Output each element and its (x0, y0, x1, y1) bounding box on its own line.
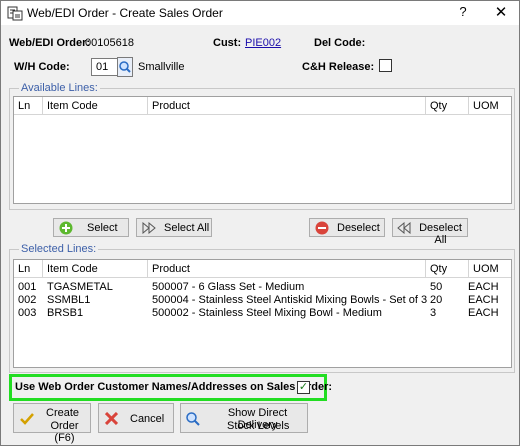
col-product[interactable]: Product (148, 260, 426, 278)
wh-code-label: W/H Code: (14, 61, 70, 73)
available-lines-grid[interactable]: Ln Item Code Product Qty UOM (13, 96, 512, 204)
deselect-label: Deselect (337, 222, 380, 234)
customer-link[interactable]: PIE002 (245, 37, 281, 49)
select-all-label: Select All (164, 222, 210, 234)
show-line2: Stock Levels (227, 420, 290, 432)
available-grid-header: Ln Item Code Product Qty UOM (14, 97, 511, 115)
cell-item-code: TGASMETAL (47, 281, 113, 293)
col-ln[interactable]: Ln (14, 260, 43, 278)
help-button[interactable]: ? (453, 4, 473, 22)
deselect-all-button[interactable]: Deselect All (392, 218, 468, 246)
window-title: Web/EDI Order - Create Sales Order (27, 6, 223, 20)
cell-qty: 20 (430, 294, 443, 306)
cell-uom: EACH (468, 281, 499, 293)
col-item-code[interactable]: Item Code (43, 97, 148, 115)
ch-release-checkbox[interactable] (379, 59, 392, 72)
add-icon (59, 221, 73, 235)
cancel-button[interactable]: Cancel (98, 403, 174, 433)
title-bar: Web/EDI Order - Create Sales Order ? ✕ (1, 1, 519, 25)
select-all-button[interactable]: Select All (136, 218, 212, 237)
col-item-code[interactable]: Item Code (43, 260, 148, 278)
del-code-label: Del Code: (314, 37, 366, 49)
wh-code-field[interactable]: 01 (91, 58, 119, 76)
cell-product: 500004 - Stainless Steel Antiskid Mixing… (152, 294, 428, 306)
show-direct-delivery-button[interactable]: Show Direct Delivery Stock Levels (180, 403, 308, 433)
cell-uom: EACH (468, 307, 499, 319)
cell-ln: 002 (18, 294, 37, 306)
order-number: 00105618 (85, 37, 134, 49)
col-product[interactable]: Product (148, 97, 426, 115)
table-row[interactable]: 002 SSMBL1 500004 - Stainless Steel Anti… (14, 294, 511, 307)
ch-release-label: C&H Release: (302, 61, 375, 73)
col-uom[interactable]: UOM (469, 97, 511, 115)
col-qty[interactable]: Qty (426, 260, 469, 278)
table-row[interactable]: 003 BRSB1 500002 - Stainless Steel Mixin… (14, 307, 511, 320)
deselect-all-label: Deselect All (419, 222, 462, 246)
cancel-label: Cancel (130, 413, 165, 425)
order-label: Web/EDI Order: (9, 37, 91, 49)
cancel-x-icon (105, 412, 118, 425)
available-lines-legend: Available Lines: (19, 82, 100, 94)
create-line1: Create (46, 407, 80, 419)
deselect-button[interactable]: Deselect (309, 218, 385, 237)
select-button[interactable]: Select (53, 218, 129, 237)
double-chevron-right-icon (142, 222, 156, 234)
double-chevron-left-icon (397, 222, 411, 234)
magnifier-icon (186, 412, 200, 426)
use-web-names-checkbox[interactable]: ✓ (297, 381, 310, 394)
col-ln[interactable]: Ln (14, 97, 43, 115)
cell-item-code: SSMBL1 (47, 294, 91, 306)
cell-uom: EACH (468, 294, 499, 306)
table-row[interactable]: 001 TGASMETAL 500007 - 6 Glass Set - Med… (14, 281, 511, 294)
use-web-names-label: Use Web Order Customer Names/Addresses o… (15, 381, 333, 393)
cell-ln: 001 (18, 281, 37, 293)
cell-item-code: BRSB1 (47, 307, 84, 319)
cell-ln: 003 (18, 307, 37, 319)
cell-product: 500007 - 6 Glass Set - Medium (152, 281, 305, 293)
cell-product: 500002 - Stainless Steel Mixing Bowl - M… (152, 307, 382, 319)
col-qty[interactable]: Qty (426, 97, 469, 115)
col-uom[interactable]: UOM (469, 260, 511, 278)
wh-name: Smallville (138, 61, 185, 73)
create-order-button[interactable]: Create Order (F6) (13, 403, 91, 444)
search-icon[interactable] (117, 57, 133, 77)
cell-qty: 50 (430, 281, 443, 293)
cell-qty: 3 (430, 307, 437, 319)
dialog-window: Web/EDI Order - Create Sales Order ? ✕ W… (0, 0, 520, 446)
selected-grid-header: Ln Item Code Product Qty UOM (14, 260, 511, 278)
selected-lines-grid[interactable]: Ln Item Code Product Qty UOM 001 TGASMET… (13, 259, 512, 368)
close-button[interactable]: ✕ (489, 3, 513, 23)
remove-icon (315, 221, 329, 235)
cust-label: Cust: (213, 37, 242, 49)
select-label: Select (87, 222, 118, 234)
create-line2: Order (F6) (50, 420, 79, 444)
checkmark-icon (20, 413, 34, 425)
app-icon (7, 6, 23, 21)
selected-lines-legend: Selected Lines: (19, 243, 99, 255)
